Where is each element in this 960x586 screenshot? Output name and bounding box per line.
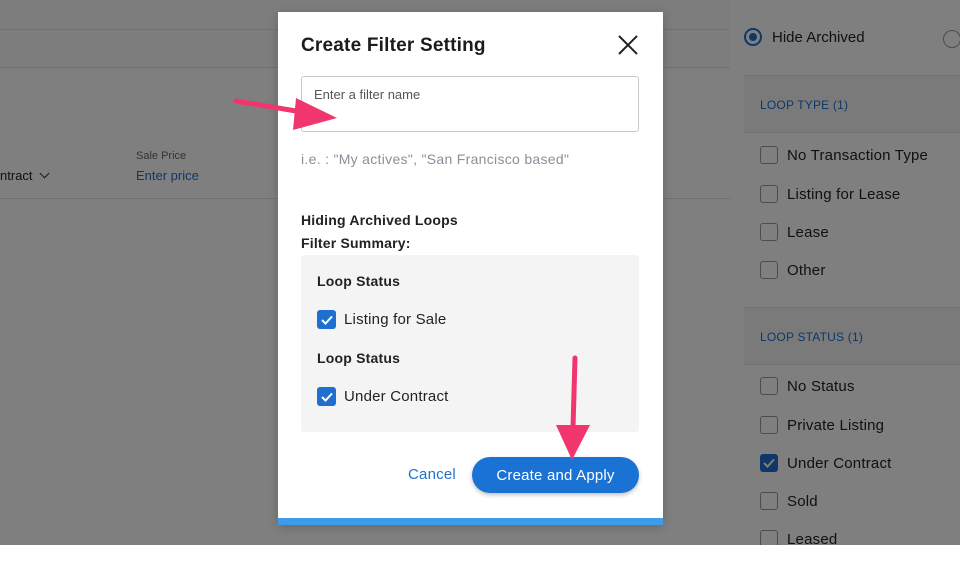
cancel-button[interactable]: Cancel: [408, 466, 456, 483]
checkbox-checked-icon: [317, 387, 336, 406]
filter-name-input[interactable]: [314, 87, 626, 102]
dialog-title: Create Filter Setting: [301, 35, 486, 56]
create-and-apply-button[interactable]: Create and Apply: [472, 457, 639, 493]
summary-item-label: Listing for Sale: [344, 311, 447, 328]
archived-status-text: Hiding Archived Loops: [301, 212, 458, 228]
summary-heading: Loop Status: [317, 350, 401, 366]
screen: ntract Sale Price Enter price Hide Archi…: [0, 0, 960, 545]
checkbox-checked-icon: [317, 310, 336, 329]
summary-item-label: Under Contract: [344, 388, 449, 405]
close-icon[interactable]: [616, 33, 640, 57]
create-filter-dialog: Create Filter Setting i.e. : "My actives…: [278, 12, 663, 525]
summary-item[interactable]: Listing for Sale: [317, 310, 446, 329]
filter-summary-label: Filter Summary:: [301, 235, 411, 251]
filter-name-field[interactable]: [301, 76, 639, 132]
summary-item[interactable]: Under Contract: [317, 387, 449, 406]
filter-name-hint: i.e. : "My actives", "San Francisco base…: [301, 151, 570, 167]
summary-heading: Loop Status: [317, 273, 401, 289]
filter-summary-box: Loop Status Listing for Sale Loop Status…: [301, 255, 639, 432]
